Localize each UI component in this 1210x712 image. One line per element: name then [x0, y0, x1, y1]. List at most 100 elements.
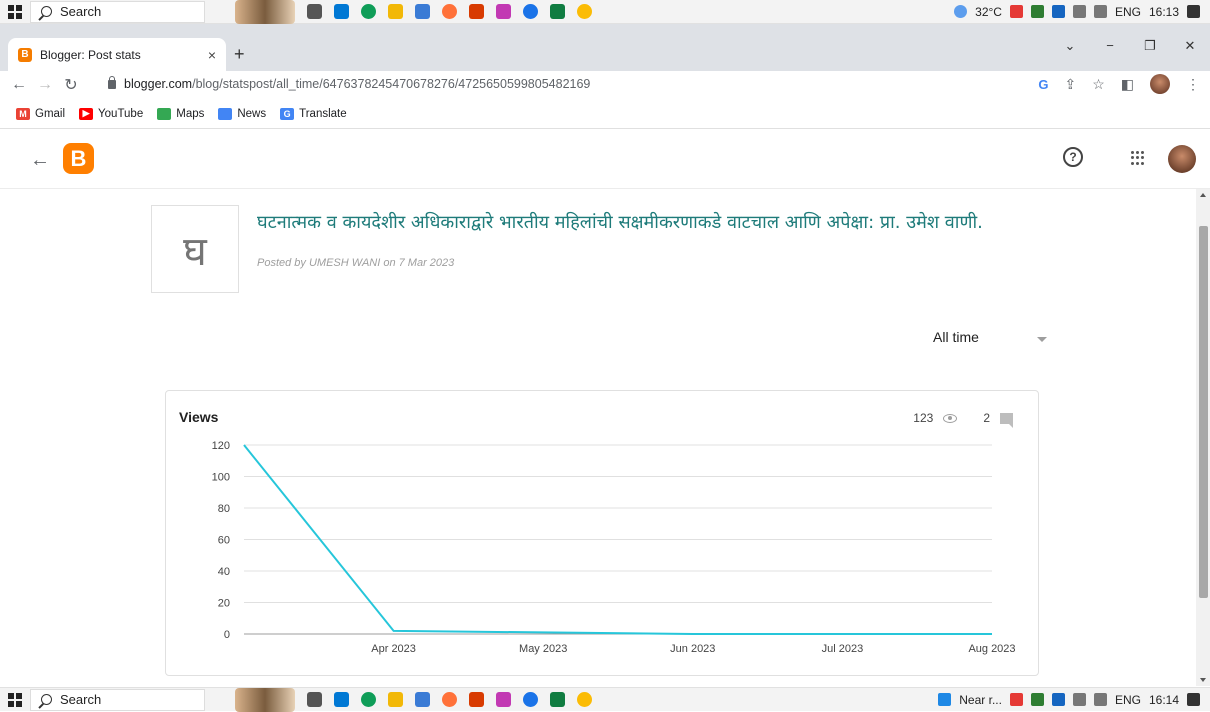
network-icon[interactable] [1073, 5, 1086, 18]
clock[interactable]: 16:13 [1149, 5, 1179, 19]
excel-icon[interactable] [550, 4, 565, 19]
new-tab-button[interactable]: + [234, 44, 245, 65]
scroll-down-icon[interactable] [1200, 678, 1206, 682]
notifications-icon[interactable] [1187, 693, 1200, 706]
blogger-logo[interactable]: B [63, 143, 94, 174]
windows-start-button[interactable] [0, 0, 30, 24]
firefox-icon[interactable] [442, 692, 457, 707]
taskbar-top: Search 32°C ENG 16:13 [0, 0, 1210, 24]
task-view-icon[interactable] [307, 692, 322, 707]
page-scrollbar[interactable] [1196, 189, 1210, 686]
task-view-icon[interactable] [307, 4, 322, 19]
reload-icon[interactable]: ↻ [58, 75, 84, 95]
x-tick-label: Aug 2023 [968, 643, 1015, 655]
volume-icon[interactable] [1094, 693, 1107, 706]
scrollbar-thumb[interactable] [1199, 226, 1208, 598]
tab-search-icon[interactable]: ⌄ [1050, 38, 1090, 54]
address-bar[interactable]: blogger.com/blog/statspost/all_time/6476… [108, 71, 1028, 97]
chrome-icon[interactable] [577, 692, 592, 707]
back-icon[interactable]: ← [6, 76, 32, 94]
tab-strip: B Blogger: Post stats × + ⌄ − ❐ ✕ [0, 24, 1210, 71]
acrobat-icon[interactable] [1010, 693, 1023, 706]
tray-app-icon[interactable] [1031, 5, 1044, 18]
language-indicator[interactable]: ENG [1115, 693, 1141, 707]
toolbar-actions: G ⇪ ☆ ◧ ⋮ [1038, 74, 1200, 94]
share-icon[interactable]: ⇪ [1064, 76, 1076, 93]
minimize-button[interactable]: − [1090, 38, 1130, 54]
google-apps-icon[interactable] [1131, 151, 1145, 165]
app-icon[interactable] [523, 692, 538, 707]
menu-icon[interactable]: ⋮ [1186, 76, 1200, 93]
lock-icon[interactable] [108, 80, 116, 89]
tray-app-icon[interactable] [1031, 693, 1044, 706]
thermometer-icon[interactable] [938, 693, 951, 706]
youtube-icon: ▶ [79, 108, 93, 120]
news-icon [218, 108, 232, 120]
powerpoint-icon[interactable] [496, 692, 511, 707]
bookmark-maps[interactable]: Maps [157, 108, 204, 120]
windows-icon [8, 693, 22, 707]
bookmark-label: Maps [176, 108, 204, 120]
mail-icon[interactable] [334, 4, 349, 19]
bookmark-gmail[interactable]: MGmail [16, 108, 65, 120]
network-icon[interactable] [1073, 693, 1086, 706]
account-avatar[interactable] [1168, 145, 1196, 173]
office-icon[interactable] [469, 4, 484, 19]
taskbar-search[interactable]: Search [30, 689, 205, 711]
windows-start-button[interactable] [0, 688, 30, 712]
file-explorer-icon[interactable] [388, 692, 403, 707]
powerpoint-icon[interactable] [496, 4, 511, 19]
bookmark-youtube[interactable]: ▶ YouTube [79, 108, 143, 120]
bookmark-label: YouTube [98, 108, 143, 120]
bluetooth-icon[interactable] [1052, 693, 1065, 706]
scroll-up-icon[interactable] [1200, 193, 1206, 197]
profile-avatar[interactable] [1150, 74, 1170, 94]
excel-icon[interactable] [550, 692, 565, 707]
blogger-favicon: B [18, 48, 32, 62]
app-icon[interactable] [523, 4, 538, 19]
notifications-icon[interactable] [1187, 5, 1200, 18]
back-arrow-icon[interactable]: ← [30, 149, 50, 172]
y-tick-label: 20 [218, 598, 230, 610]
volume-icon[interactable] [1094, 5, 1107, 18]
acrobat-icon[interactable] [1010, 5, 1023, 18]
store-icon[interactable] [415, 692, 430, 707]
search-icon [41, 6, 52, 17]
edge-icon[interactable] [361, 4, 376, 19]
help-icon[interactable]: ? [1063, 147, 1083, 167]
bluetooth-icon[interactable] [1052, 5, 1065, 18]
clock[interactable]: 16:14 [1149, 693, 1179, 707]
views-card: Views 123 2 020406080100120Apr 2023May 2… [165, 390, 1039, 676]
weather-temp: 32°C [975, 5, 1002, 19]
store-icon[interactable] [415, 4, 430, 19]
file-explorer-icon[interactable] [388, 4, 403, 19]
taskbar-search[interactable]: Search [30, 1, 205, 23]
language-indicator[interactable]: ENG [1115, 5, 1141, 19]
google-icon[interactable]: G [1038, 77, 1048, 92]
y-tick-label: 80 [218, 503, 230, 515]
restore-button[interactable]: ❐ [1130, 38, 1170, 54]
taskbar-search-highlight-image [235, 0, 295, 24]
post-title[interactable]: घटनात्मक व कायदेशीर अधिकाराद्वारे भारतीय… [257, 210, 983, 234]
edge-icon[interactable] [361, 692, 376, 707]
bookmark-label: Gmail [35, 108, 65, 120]
mail-icon[interactable] [334, 692, 349, 707]
bookmark-news[interactable]: News [218, 108, 266, 120]
tab-blogger-post-stats[interactable]: B Blogger: Post stats × [8, 38, 226, 71]
chrome-icon[interactable] [577, 4, 592, 19]
firefox-icon[interactable] [442, 4, 457, 19]
dropdown-arrow-icon [1037, 337, 1047, 342]
forward-icon[interactable]: → [32, 76, 58, 94]
time-range-dropdown[interactable]: All time [933, 329, 1051, 351]
close-window-button[interactable]: ✕ [1170, 38, 1210, 54]
office-icon[interactable] [469, 692, 484, 707]
close-tab-icon[interactable]: × [208, 47, 216, 63]
bookmark-label: Translate [299, 108, 347, 120]
bookmark-star-icon[interactable]: ☆ [1092, 76, 1105, 93]
translate-icon: G [280, 108, 294, 120]
side-panel-icon[interactable]: ◧ [1121, 76, 1134, 93]
weather-icon[interactable] [954, 5, 967, 18]
bookmark-translate[interactable]: G Translate [280, 108, 347, 120]
tab-title: Blogger: Post stats [40, 48, 141, 62]
x-tick-label: Jun 2023 [670, 643, 715, 655]
